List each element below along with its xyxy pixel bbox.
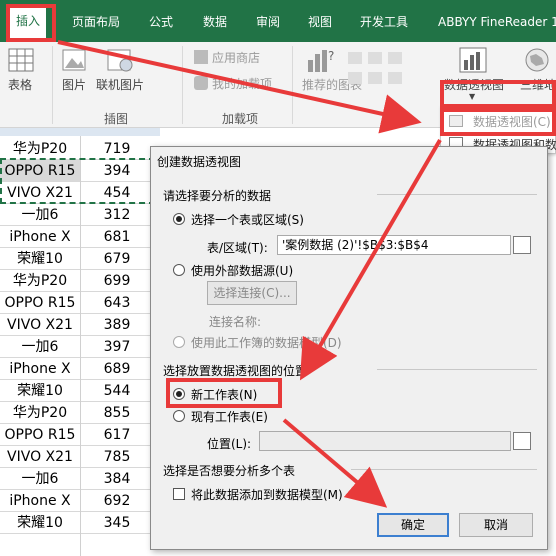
arrow-insert-to-pivotchart xyxy=(57,40,422,134)
arrow-pivotchart-to-dialog xyxy=(299,138,442,381)
arrow-newsheet-to-ok xyxy=(282,418,388,508)
annotation-arrows xyxy=(57,40,442,508)
